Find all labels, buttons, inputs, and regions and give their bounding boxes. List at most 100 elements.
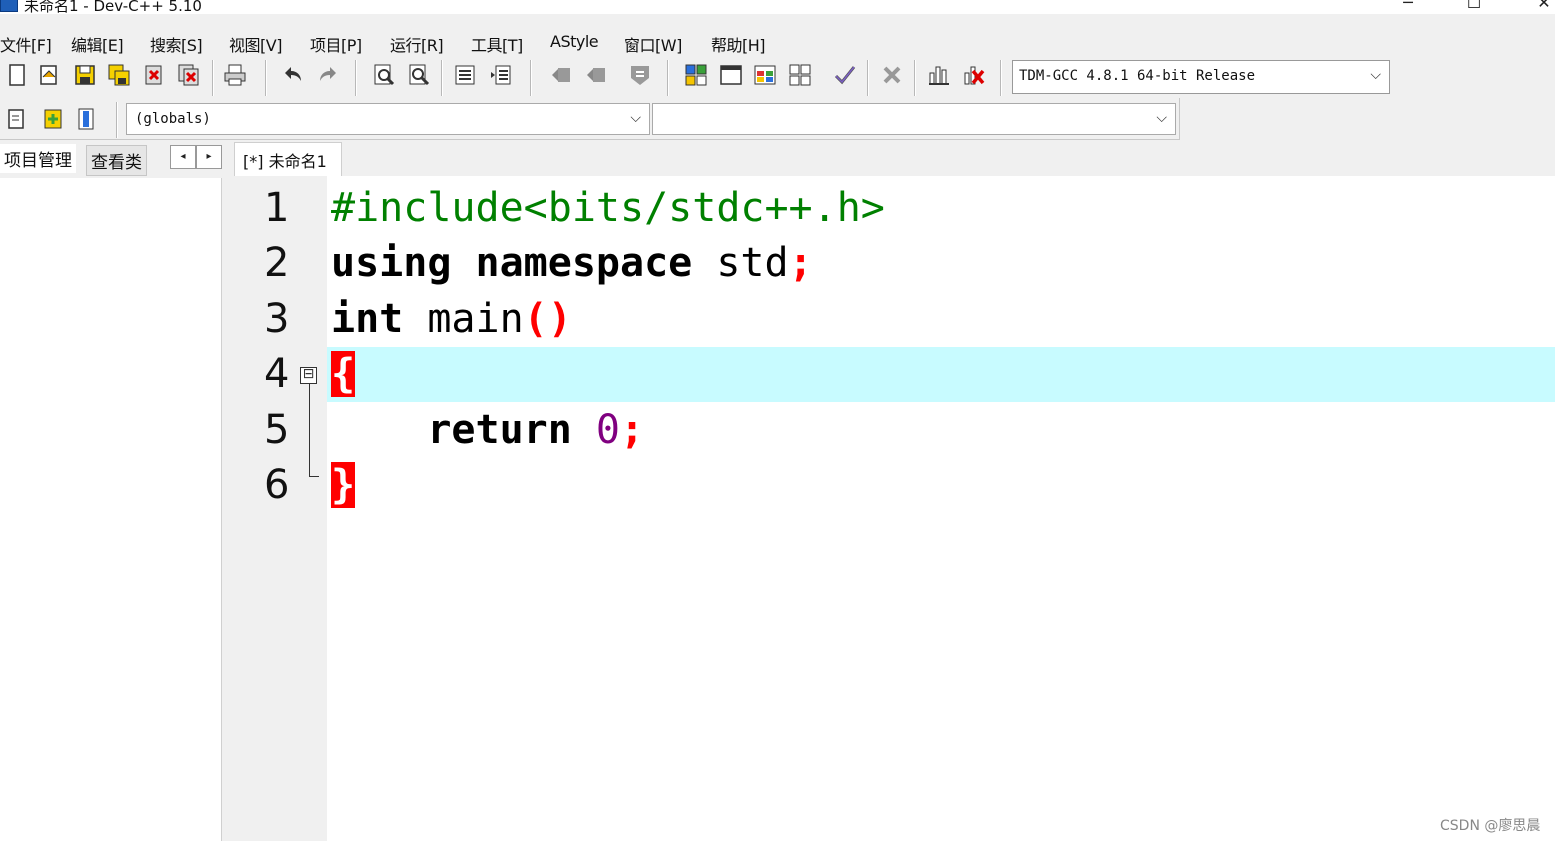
maximize-button[interactable]: ☐: [1454, 0, 1494, 14]
member-select[interactable]: ⌵: [652, 103, 1176, 135]
menu-help[interactable]: 帮助[H]: [711, 32, 766, 56]
rebuild-all-icon[interactable]: [788, 63, 812, 87]
tab-class-browser[interactable]: 查看类: [86, 145, 147, 176]
toolbar-separator: [867, 60, 869, 96]
new-project-icon[interactable]: [5, 107, 29, 131]
compile-run-icon[interactable]: [753, 63, 777, 87]
profile-icon[interactable]: [927, 63, 951, 87]
compiler-select-value: TDM-GCC 4.8.1 64-bit Release: [1019, 68, 1256, 84]
menu-project[interactable]: 项目[P]: [310, 32, 362, 56]
toolbar-separator: [355, 60, 357, 96]
fold-guide-end: [309, 476, 319, 477]
menu-window[interactable]: 窗口[W]: [624, 32, 682, 56]
fold-collapse-icon[interactable]: ⊟: [300, 367, 317, 384]
toolbar-separator: [667, 60, 669, 96]
close-button[interactable]: ✕: [1524, 0, 1555, 14]
code-token-sym: ;: [788, 240, 813, 286]
print-icon[interactable]: [223, 63, 247, 87]
code-token-num: 0: [595, 407, 621, 453]
redo-icon[interactable]: [316, 63, 340, 87]
code-token: main: [403, 296, 524, 342]
line-number: 2: [264, 240, 290, 286]
remove-from-project-icon[interactable]: [74, 107, 98, 131]
code-editor[interactable]: 1 2 3 4 5 6 ⊟ #include<bits/stdc++.h> us…: [234, 176, 1555, 841]
code-line[interactable]: int main(): [331, 292, 572, 347]
undo-icon[interactable]: [281, 63, 305, 87]
menu-file[interactable]: 文件[F]: [0, 32, 52, 56]
globals-select-value: (globals): [135, 111, 211, 127]
menu-bar: 文件[F] 编辑[E] 搜索[S] 视图[V] 项目[P] 运行[R] 工具[T…: [0, 28, 1555, 56]
new-file-icon[interactable]: [5, 63, 29, 87]
line-number: 1: [264, 185, 290, 231]
tab-scroll-right-button[interactable]: ▸: [196, 145, 222, 169]
toolbar-separator: [265, 60, 267, 96]
find-icon[interactable]: [372, 63, 396, 87]
tab-scroll-left-button[interactable]: ◂: [170, 145, 196, 169]
open-file-icon[interactable]: [37, 63, 61, 87]
app-icon: [0, 0, 18, 12]
toolbar-separator: [1000, 60, 1002, 96]
line-number: 5: [264, 407, 290, 453]
code-token-kw: namespace: [475, 240, 693, 286]
editor-tab-untitled1[interactable]: [*] 未命名1: [234, 142, 342, 176]
window-title: 未命名1 - Dev-C++ 5.10: [24, 0, 202, 14]
devcpp-window: 未命名1 - Dev-C++ 5.10 ─ ☐ ✕ 文件[F] 编辑[E] 搜索…: [0, 0, 1555, 841]
code-token-kw: int: [331, 296, 404, 342]
close-all-icon[interactable]: [177, 63, 201, 87]
run-icon[interactable]: [719, 63, 743, 87]
line-number: 3: [264, 296, 290, 342]
delete-profile-icon[interactable]: [962, 63, 986, 87]
toolbar-separator: [914, 60, 916, 96]
menu-edit[interactable]: 编辑[E]: [71, 32, 124, 56]
globals-select[interactable]: (globals) ⌵: [126, 103, 650, 135]
code-line[interactable]: {: [331, 347, 356, 402]
toggle-bookmark-icon[interactable]: [548, 63, 572, 87]
menu-search[interactable]: 搜索[S]: [150, 32, 203, 56]
menu-view[interactable]: 视图[V]: [229, 32, 282, 56]
code-line[interactable]: #include<bits/stdc++.h>: [331, 181, 885, 236]
code-line[interactable]: return 0;: [331, 403, 644, 458]
panel-splitter[interactable]: [222, 142, 234, 841]
current-line-highlight: [327, 347, 1555, 402]
main-toolbar: [0, 56, 1002, 98]
menu-run[interactable]: 运行[R]: [390, 32, 444, 56]
syntax-check-icon[interactable]: [833, 63, 857, 87]
code-token-sym: ;: [620, 407, 645, 453]
unindent-icon[interactable]: [489, 63, 513, 87]
compiler-select[interactable]: TDM-GCC 4.8.1 64-bit Release ⌵: [1012, 60, 1390, 94]
code-token-kw: using: [331, 240, 452, 286]
line-number: 4: [264, 351, 290, 397]
stop-execution-icon[interactable]: [880, 63, 904, 87]
replace-icon[interactable]: [407, 63, 431, 87]
title-bar: 未命名1 - Dev-C++ 5.10 ─ ☐ ✕: [0, 0, 1555, 14]
save-all-icon[interactable]: [107, 63, 131, 87]
toolbar-separator: [116, 102, 118, 138]
tab-project-manager[interactable]: 项目管理: [0, 144, 76, 173]
fold-guide: [309, 384, 310, 477]
chevron-down-icon: ⌵: [1370, 67, 1381, 83]
minimize-button[interactable]: ─: [1388, 0, 1428, 14]
project-tree-panel[interactable]: [0, 178, 222, 841]
code-token: std: [692, 240, 789, 286]
goto-line-icon[interactable]: [628, 63, 652, 87]
save-icon[interactable]: [73, 63, 97, 87]
watermark: CSDN @廖思晨: [1440, 818, 1541, 834]
goto-bookmark-icon[interactable]: [583, 63, 607, 87]
menu-tools[interactable]: 工具[T]: [471, 32, 523, 56]
code-line[interactable]: }: [331, 458, 356, 513]
compile-icon[interactable]: [684, 63, 708, 87]
toolbar-separator: [212, 60, 214, 96]
close-file-icon[interactable]: [142, 63, 166, 87]
code-token-pre: #include<bits/stdc++.h>: [331, 185, 885, 231]
indent-icon[interactable]: [453, 63, 477, 87]
chevron-down-icon: ⌵: [1156, 110, 1167, 126]
code-token-sym: (): [523, 296, 572, 342]
add-to-project-icon[interactable]: [40, 107, 64, 131]
code-token-brace-hl: }: [331, 462, 356, 508]
code-token-brace-hl: {: [331, 351, 356, 397]
code-line[interactable]: using namespace std;: [331, 236, 813, 291]
menu-astyle[interactable]: AStyle: [550, 32, 599, 51]
